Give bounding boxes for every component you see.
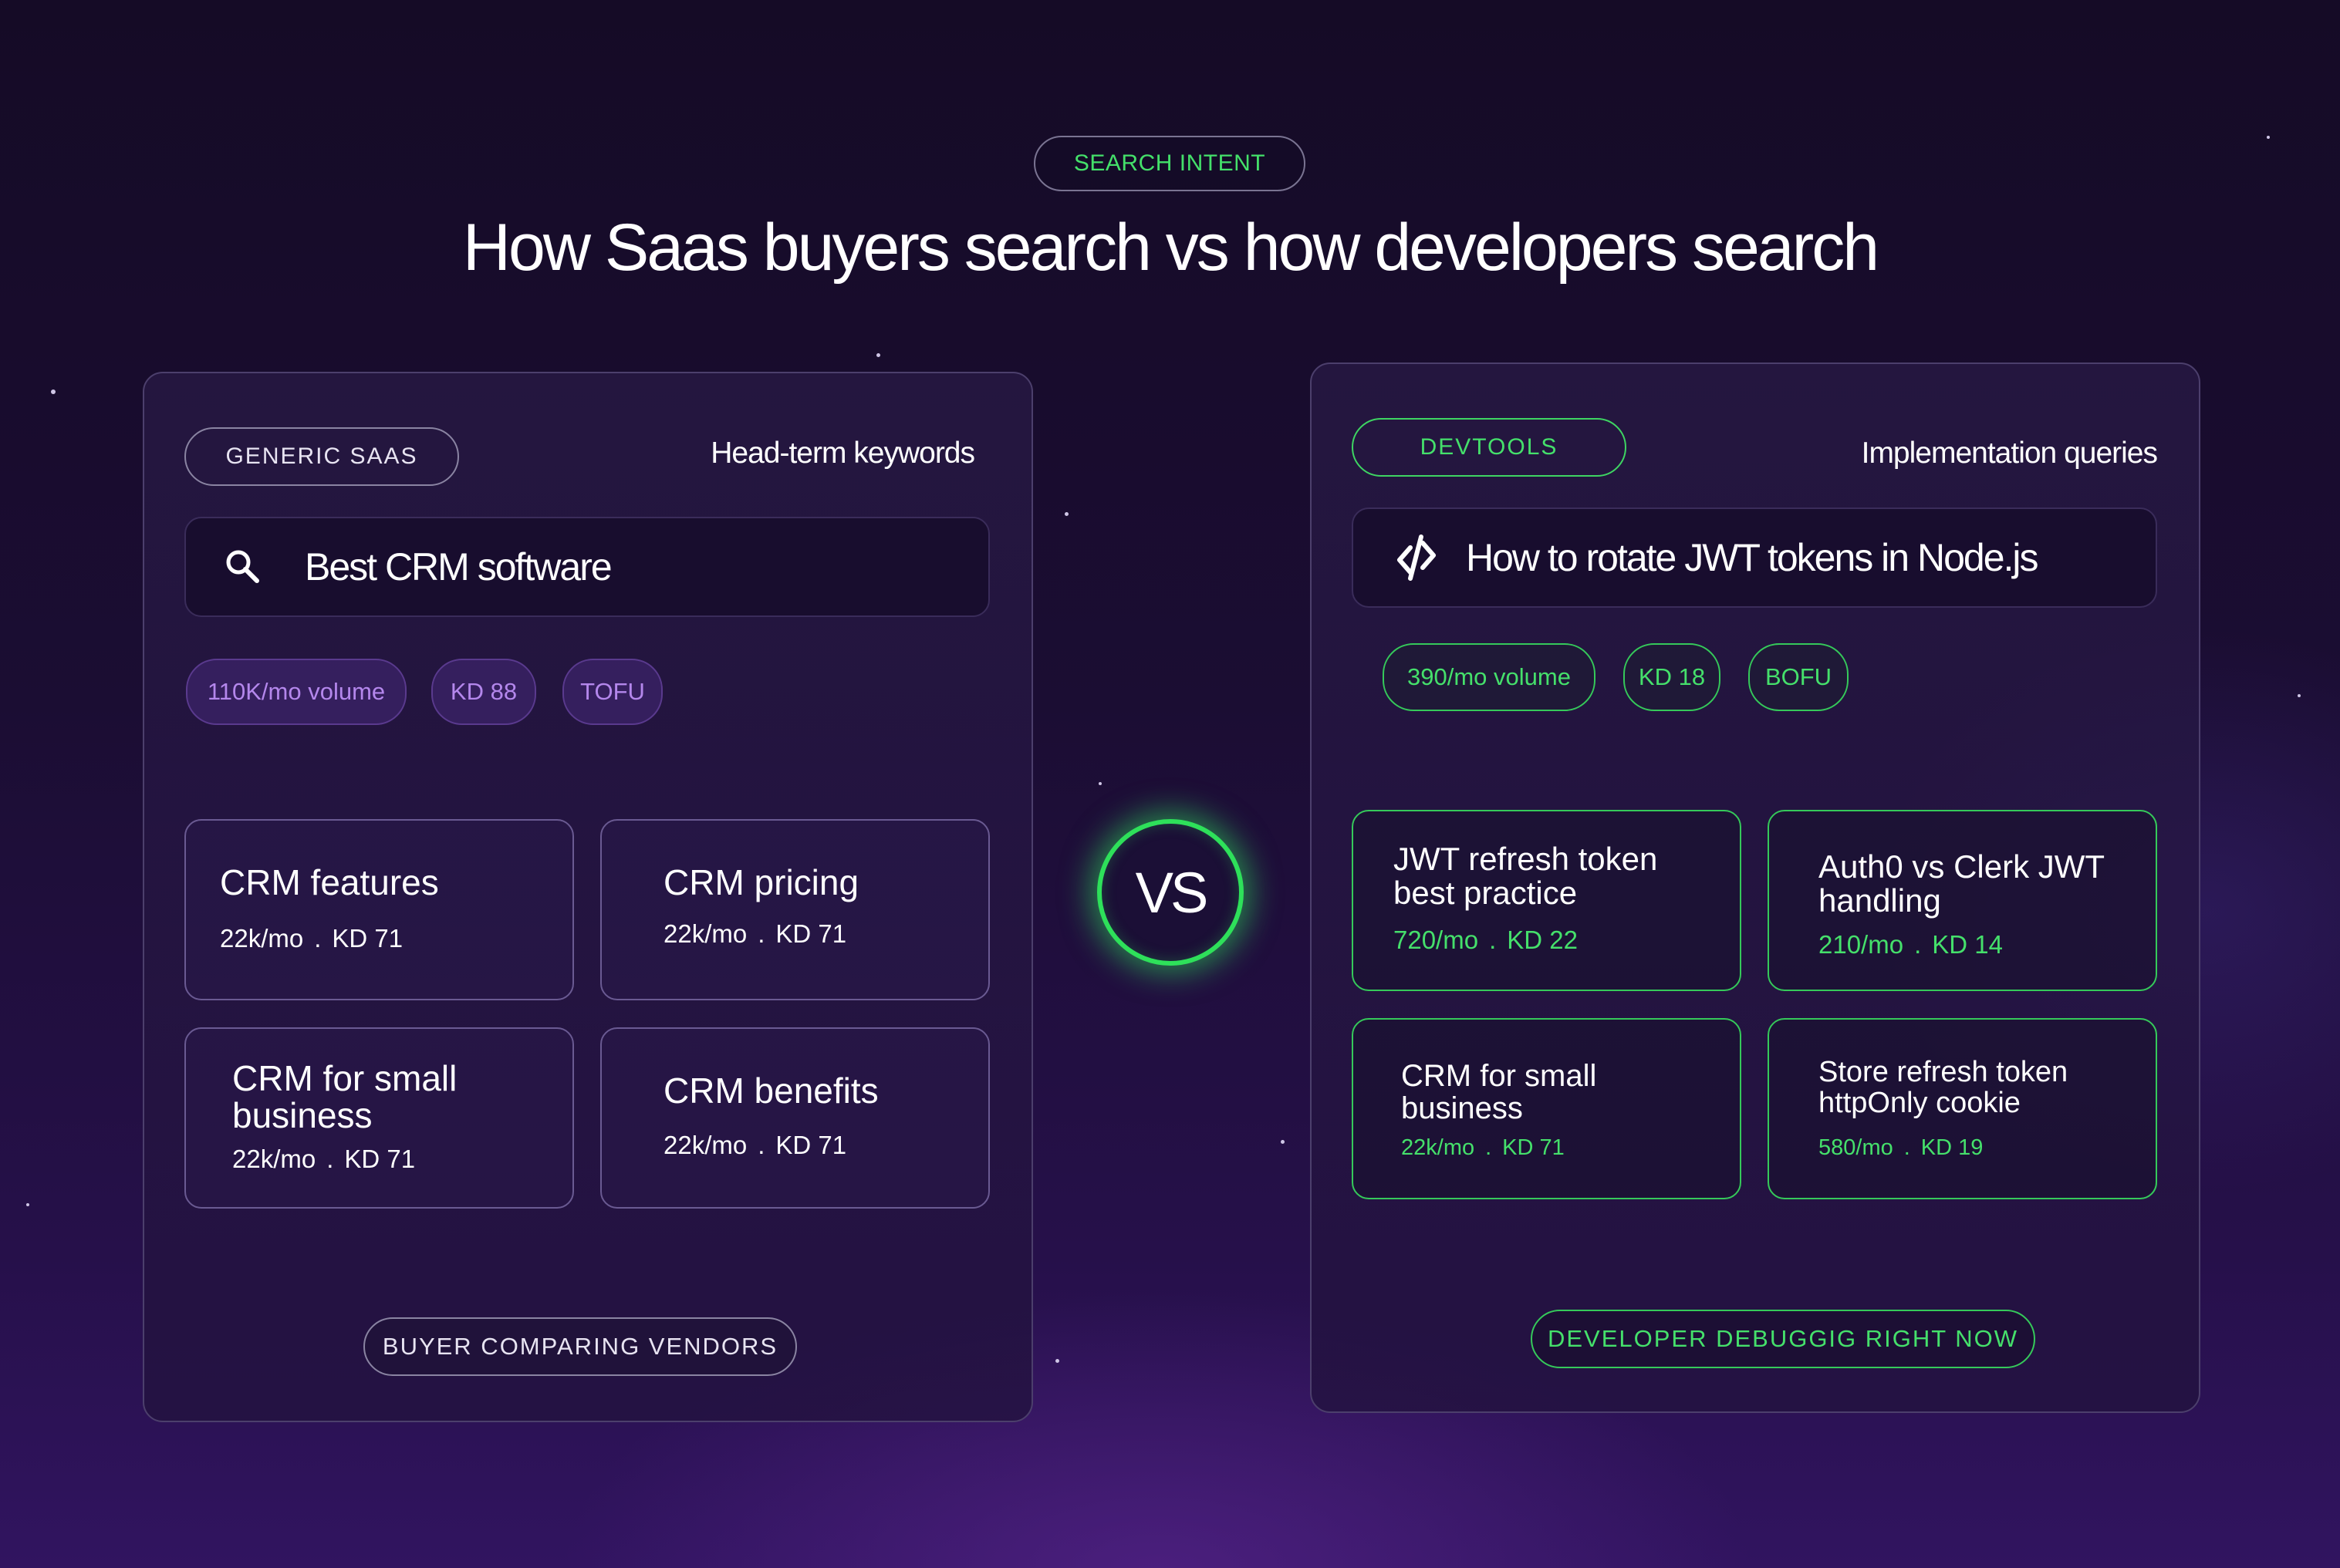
developer-persona-pill: DEVELOPER DEBUGGIG RIGHT NOW [1531, 1310, 2035, 1368]
volume-badge: 110K/mo volume [186, 659, 407, 725]
keyword-metrics: 22k/mo. KD 71 [664, 919, 846, 949]
devtools-tag: DEVTOOLS [1352, 418, 1626, 477]
star [876, 353, 880, 357]
separator: . [758, 1131, 765, 1159]
kd-badge: KD 18 [1623, 643, 1720, 711]
keyword-card: CRM pricing 22k/mo. KD 71 [600, 819, 990, 1000]
keyword-title: CRM pricing [664, 862, 859, 902]
keyword-volume: 22k/mo [1401, 1135, 1475, 1160]
separator: . [758, 919, 765, 948]
implementation-heading: Implementation queries [1861, 437, 2158, 470]
keyword-volume: 210/mo [1818, 930, 1904, 959]
developer-search-box: How to rotate JWT tokens in Node.js [1352, 507, 2157, 608]
star [26, 1203, 29, 1206]
keyword-metrics: 210/mo. KD 14 [1818, 930, 2003, 959]
separator: . [1485, 1135, 1492, 1160]
keyword-kd: KD 71 [1502, 1135, 1565, 1160]
developer-search-query: How to rotate JWT tokens in Node.js [1466, 536, 2039, 579]
star [2267, 136, 2270, 139]
buyer-persona-pill: BUYER COMPARING VENDORS [363, 1317, 797, 1376]
keyword-metrics: 22k/mo. KD 71 [220, 924, 403, 953]
keyword-metrics: 22k/mo. KD 71 [664, 1131, 846, 1160]
devtools-panel: DEVTOOLS Implementation queries How to r… [1310, 362, 2200, 1413]
buyer-search-query: Best CRM software [305, 545, 613, 588]
generic-saas-panel: GENERIC SAAS Head-term keywords Best CRM… [143, 372, 1033, 1422]
search-icon [223, 547, 263, 587]
keyword-card: Store refresh token httpOnly cookie 580/… [1768, 1018, 2157, 1199]
search-intent-pill: SEARCH INTENT [1034, 136, 1305, 191]
keyword-kd: KD 71 [775, 1131, 847, 1159]
keyword-card: Auth0 vs Clerk JWT handling 210/mo. KD 14 [1768, 810, 2157, 991]
star [1099, 782, 1102, 785]
separator: . [1489, 926, 1497, 954]
head-term-heading: Head-term keywords [711, 437, 975, 470]
separator: . [314, 924, 322, 953]
keyword-card: CRM for small business 22k/mo. KD 71 [184, 1027, 574, 1209]
keyword-kd: KD 71 [344, 1145, 416, 1173]
keyword-metrics: 720/mo. KD 22 [1393, 926, 1578, 955]
keyword-title: CRM benefits [664, 1071, 879, 1111]
page-title: How Saas buyers search vs how developers… [462, 211, 1879, 285]
keyword-kd: KD 71 [332, 924, 404, 953]
keyword-card: JWT refresh token best practice 720/mo. K… [1352, 810, 1741, 991]
star [1065, 512, 1069, 516]
star [2298, 694, 2301, 697]
keyword-card: CRM for small business 22k/mo. KD 71 [1352, 1018, 1741, 1199]
keyword-kd: KD 71 [775, 919, 847, 948]
keyword-kd: KD 14 [1932, 930, 2003, 959]
keyword-metrics: 22k/mo. KD 71 [1401, 1135, 1565, 1161]
keyword-volume: 22k/mo [220, 924, 304, 953]
vs-badge: VS [1097, 819, 1244, 966]
separator: . [1914, 930, 1922, 959]
separator: . [326, 1145, 334, 1173]
keyword-volume: 580/mo [1818, 1135, 1893, 1160]
keyword-volume: 22k/mo [232, 1145, 316, 1173]
keyword-title: Store refresh token httpOnly cookie [1818, 1056, 2068, 1119]
keyword-volume: 720/mo [1393, 926, 1479, 954]
generic-saas-tag: GENERIC SAAS [184, 427, 459, 486]
keyword-card: CRM benefits 22k/mo. KD 71 [600, 1027, 990, 1209]
keyword-volume: 22k/mo [664, 919, 748, 948]
keyword-card: CRM features 22k/mo. KD 71 [184, 819, 574, 1000]
keyword-title: CRM for small business [232, 1058, 458, 1135]
separator: . [1903, 1135, 1910, 1160]
star [1055, 1359, 1059, 1363]
buyer-search-box: Best CRM software [184, 517, 990, 617]
keyword-kd: KD 22 [1507, 926, 1578, 954]
kd-badge: KD 88 [431, 659, 536, 725]
keyword-title: CRM features [220, 862, 439, 902]
keyword-kd: KD 19 [1920, 1135, 1984, 1160]
funnel-badge: BOFU [1748, 643, 1849, 711]
keyword-volume: 22k/mo [664, 1131, 748, 1159]
funnel-badge: TOFU [562, 659, 663, 725]
keyword-metrics: 22k/mo. KD 71 [232, 1145, 415, 1174]
star [51, 389, 56, 394]
star [1281, 1140, 1285, 1144]
keyword-title: JWT refresh token best practice [1393, 841, 1658, 911]
volume-badge: 390/mo volume [1383, 643, 1595, 711]
keyword-metrics: 580/mo. KD 19 [1818, 1135, 1983, 1161]
keyword-title: Auth0 vs Clerk JWT handling [1818, 848, 2105, 919]
code-slash-icon [1393, 534, 1440, 582]
keyword-title: CRM for small business [1401, 1059, 1597, 1125]
